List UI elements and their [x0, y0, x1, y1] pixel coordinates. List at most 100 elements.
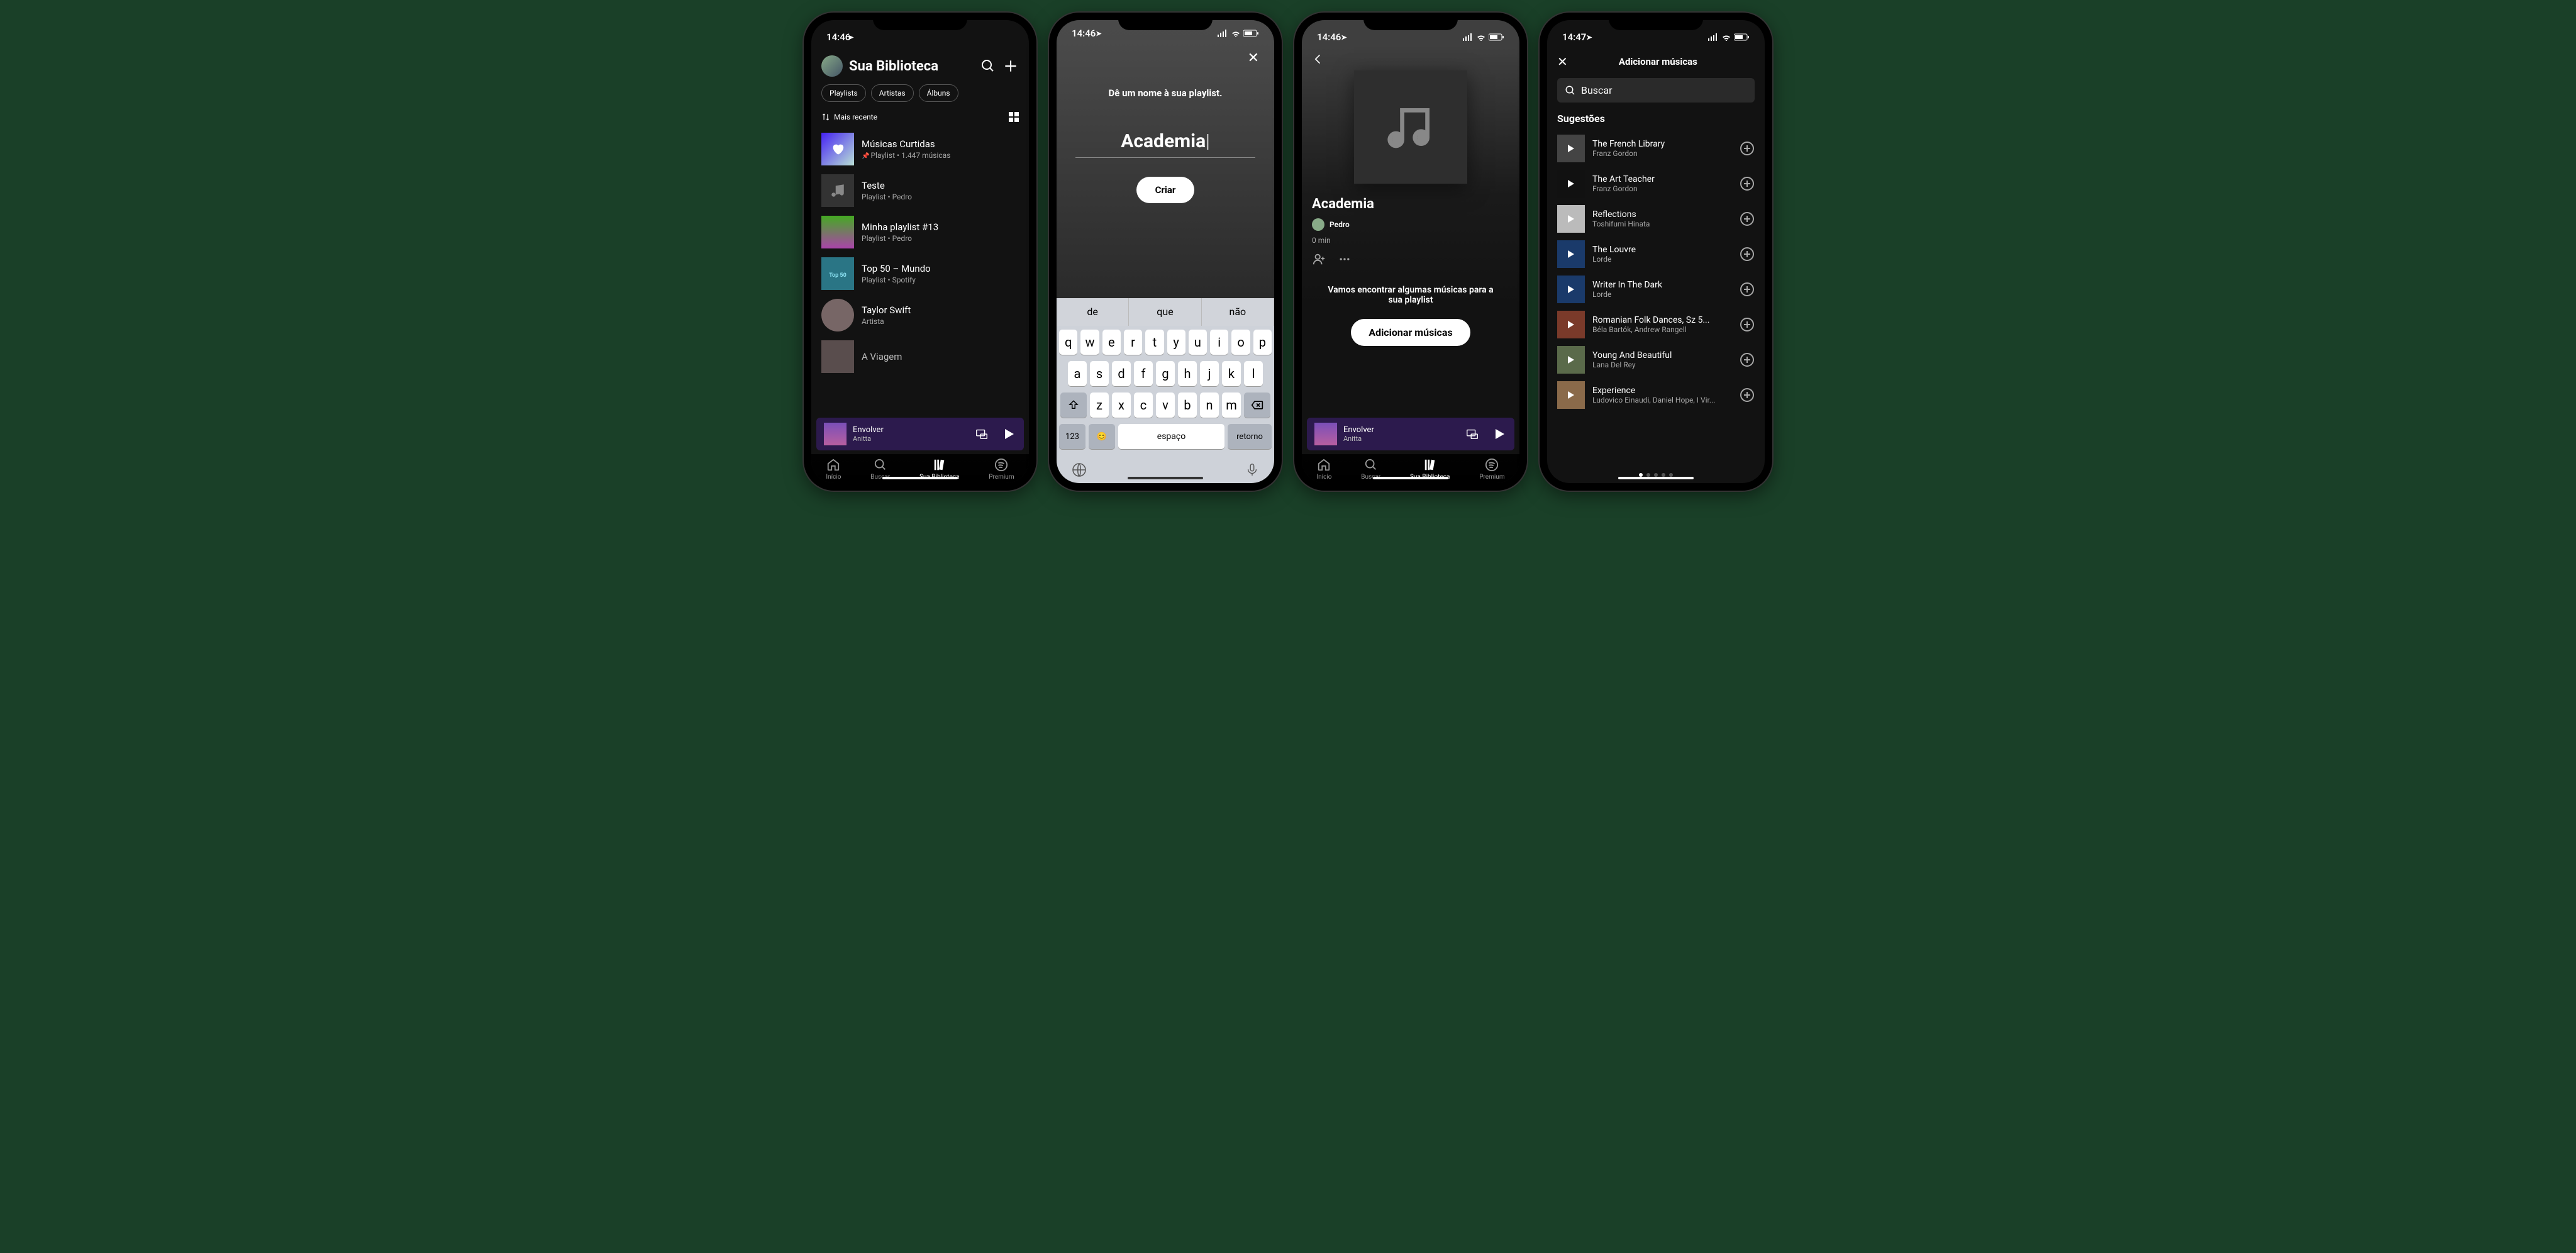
key[interactable]: i	[1210, 330, 1228, 355]
track-cover[interactable]	[1557, 205, 1585, 233]
search-input[interactable]: Buscar	[1557, 78, 1755, 103]
list-item[interactable]: The Art TeacherFranz Gordon	[1547, 166, 1765, 201]
add-track-icon[interactable]	[1740, 247, 1755, 262]
backspace-key[interactable]	[1244, 393, 1270, 418]
page-dots[interactable]	[1547, 467, 1765, 483]
connect-icon[interactable]	[1465, 427, 1479, 441]
chip-playlists[interactable]: Playlists	[821, 84, 866, 102]
track-cover[interactable]	[1557, 276, 1585, 303]
space-key[interactable]: espaço	[1118, 424, 1224, 449]
key[interactable]: y	[1167, 330, 1185, 355]
now-playing-bar[interactable]: EnvolverAnitta	[1307, 418, 1514, 450]
add-track-icon[interactable]	[1740, 141, 1755, 156]
list-item[interactable]: TestePlaylist • Pedro	[811, 170, 1029, 211]
tab-premium[interactable]: Premium	[1479, 458, 1504, 481]
track-cover[interactable]	[1557, 346, 1585, 374]
add-user-icon[interactable]	[1312, 252, 1326, 266]
add-icon[interactable]	[1002, 58, 1019, 74]
list-item[interactable]: The French LibraryFranz Gordon	[1547, 131, 1765, 166]
add-track-icon[interactable]	[1740, 176, 1755, 191]
key[interactable]: x	[1112, 393, 1131, 418]
key[interactable]: e	[1102, 330, 1121, 355]
numbers-key[interactable]: 123	[1059, 424, 1085, 449]
add-track-icon[interactable]	[1740, 352, 1755, 367]
playlist-owner[interactable]: Pedro	[1312, 218, 1509, 231]
key[interactable]: b	[1178, 393, 1197, 418]
playlist-cover-art[interactable]	[1354, 70, 1467, 184]
play-icon[interactable]	[1001, 426, 1016, 442]
return-key[interactable]: retorno	[1228, 424, 1272, 449]
close-icon[interactable]: ✕	[1557, 54, 1568, 69]
key[interactable]: h	[1178, 361, 1197, 386]
key[interactable]: m	[1222, 393, 1241, 418]
mic-icon[interactable]	[1245, 463, 1259, 477]
close-icon[interactable]: ✕	[1245, 48, 1262, 69]
key[interactable]: l	[1244, 361, 1263, 386]
sort-row[interactable]: Mais recente	[811, 108, 1029, 128]
prediction[interactable]: não	[1202, 298, 1274, 326]
list-item[interactable]: The LouvreLorde	[1547, 237, 1765, 272]
back-icon[interactable]	[1312, 48, 1509, 70]
key[interactable]: w	[1080, 330, 1099, 355]
search-icon[interactable]	[980, 58, 996, 74]
chip-artists[interactable]: Artistas	[871, 84, 914, 102]
list-item[interactable]: Minha playlist #13Playlist • Pedro	[811, 211, 1029, 253]
key[interactable]: c	[1134, 393, 1153, 418]
track-cover[interactable]	[1557, 381, 1585, 409]
key[interactable]: u	[1189, 330, 1207, 355]
playlist-name-input[interactable]: Academia|	[1075, 130, 1255, 158]
list-item[interactable]: ExperienceLudovico Einaudi, Daniel Hope,…	[1547, 377, 1765, 413]
key[interactable]: j	[1200, 361, 1219, 386]
key[interactable]: k	[1222, 361, 1241, 386]
home-indicator[interactable]	[1618, 477, 1694, 479]
play-icon[interactable]	[1492, 426, 1507, 442]
globe-icon[interactable]	[1072, 462, 1087, 477]
emoji-key[interactable]: 😊	[1089, 424, 1115, 449]
more-icon[interactable]	[1338, 253, 1351, 265]
list-item[interactable]: ReflectionsToshifumi Hinata	[1547, 201, 1765, 237]
chip-albums[interactable]: Álbuns	[919, 84, 958, 102]
list-item[interactable]: Romanian Folk Dances, Sz 5...Béla Bartók…	[1547, 307, 1765, 342]
key[interactable]: q	[1059, 330, 1077, 355]
prediction[interactable]: que	[1129, 298, 1201, 326]
list-item[interactable]: Writer In The DarkLorde	[1547, 272, 1765, 307]
key[interactable]: r	[1124, 330, 1142, 355]
key[interactable]: s	[1090, 361, 1109, 386]
track-cover[interactable]	[1557, 311, 1585, 338]
list-item[interactable]: Top 50 Top 50 – MundoPlaylist • Spotify	[811, 253, 1029, 294]
library-list[interactable]: Músicas Curtidas📌Playlist • 1.447 música…	[811, 128, 1029, 418]
shift-key[interactable]	[1060, 393, 1087, 418]
connect-icon[interactable]	[975, 427, 989, 441]
add-track-icon[interactable]	[1740, 211, 1755, 226]
key[interactable]: z	[1090, 393, 1109, 418]
home-indicator[interactable]	[1128, 477, 1203, 479]
key[interactable]: g	[1156, 361, 1175, 386]
key[interactable]: f	[1134, 361, 1153, 386]
list-item[interactable]: Young And BeautifulLana Del Rey	[1547, 342, 1765, 377]
avatar[interactable]	[821, 55, 843, 77]
add-track-icon[interactable]	[1740, 387, 1755, 403]
add-track-icon[interactable]	[1740, 317, 1755, 332]
track-cover[interactable]	[1557, 170, 1585, 198]
create-button[interactable]: Criar	[1136, 177, 1195, 203]
tab-premium[interactable]: Premium	[989, 458, 1014, 481]
now-playing-bar[interactable]: EnvolverAnitta	[816, 418, 1024, 450]
key[interactable]: n	[1200, 393, 1219, 418]
key[interactable]: t	[1145, 330, 1163, 355]
prediction[interactable]: de	[1057, 298, 1129, 326]
key[interactable]: a	[1068, 361, 1087, 386]
key[interactable]: p	[1253, 330, 1272, 355]
home-indicator[interactable]	[882, 477, 958, 479]
suggestions-list[interactable]: The French LibraryFranz Gordon The Art T…	[1547, 131, 1765, 467]
list-item[interactable]: Músicas Curtidas📌Playlist • 1.447 música…	[811, 128, 1029, 170]
key[interactable]: v	[1156, 393, 1175, 418]
tab-home[interactable]: Início	[826, 458, 841, 481]
add-songs-button[interactable]: Adicionar músicas	[1351, 319, 1470, 346]
track-cover[interactable]	[1557, 135, 1585, 162]
grid-view-icon[interactable]	[1009, 112, 1019, 122]
list-item[interactable]: Taylor SwiftArtista	[811, 294, 1029, 336]
add-track-icon[interactable]	[1740, 282, 1755, 297]
list-item[interactable]: A Viagem	[811, 336, 1029, 377]
tab-home[interactable]: Início	[1316, 458, 1331, 481]
key[interactable]: d	[1112, 361, 1131, 386]
